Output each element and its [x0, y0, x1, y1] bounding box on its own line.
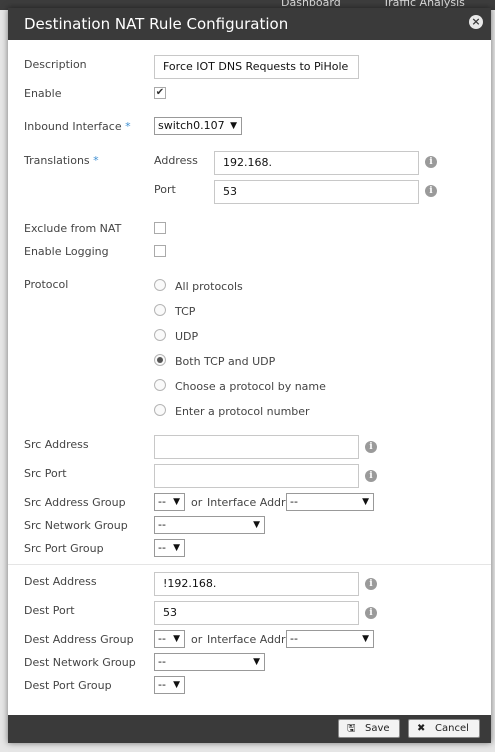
- or-label: or: [191, 496, 203, 509]
- translation-address-label: Address: [154, 154, 198, 167]
- src-network-group-label: Src Network Group: [24, 519, 128, 532]
- protocol-option-label: Both TCP and UDP: [175, 355, 276, 368]
- translation-port-label: Port: [154, 183, 176, 196]
- inbound-interface-value: switch0.107: [158, 119, 225, 132]
- protocol-option-label: TCP: [175, 305, 196, 318]
- info-icon[interactable]: i: [365, 441, 377, 453]
- src-port-label: Src Port: [24, 467, 67, 480]
- dest-port-group-label: Dest Port Group: [24, 679, 112, 692]
- src-port-input[interactable]: [154, 464, 359, 488]
- enable-checkbox[interactable]: ✔: [154, 87, 166, 99]
- src-address-group-label: Src Address Group: [24, 496, 126, 509]
- protocol-radio-udp[interactable]: [154, 329, 166, 341]
- select-value: --: [290, 495, 298, 508]
- src-address-group-select[interactable]: -- ▼: [154, 493, 185, 511]
- inbound-interface-label: Inbound Interface *: [24, 120, 131, 133]
- info-icon[interactable]: i: [425, 156, 437, 168]
- or-label: or: [191, 633, 203, 646]
- protocol-radio-by-number[interactable]: [154, 404, 166, 416]
- protocol-option-label: Choose a protocol by name: [175, 380, 326, 393]
- dest-address-group-select[interactable]: -- ▼: [154, 630, 185, 648]
- info-icon[interactable]: i: [365, 470, 377, 482]
- dest-network-group-label: Dest Network Group: [24, 656, 136, 669]
- dest-address-input[interactable]: !192.168.: [154, 572, 359, 596]
- translations-label-text: Translations: [24, 154, 90, 167]
- close-icon[interactable]: ×: [469, 15, 483, 29]
- chevron-down-icon: ▼: [173, 680, 180, 690]
- chevron-down-icon: ▼: [253, 657, 260, 667]
- required-marker: *: [125, 120, 131, 133]
- dialog-title: Destination NAT Rule Configuration: [24, 15, 289, 33]
- inbound-interface-select[interactable]: switch0.107 ▼: [154, 117, 242, 135]
- chevron-down-icon: ▼: [230, 121, 237, 131]
- chevron-down-icon: ▼: [362, 634, 369, 644]
- chevron-down-icon: ▼: [173, 543, 180, 553]
- protocol-option-label: Enter a protocol number: [175, 405, 310, 418]
- select-value: --: [158, 678, 166, 691]
- chevron-down-icon: ▼: [173, 497, 180, 507]
- src-port-group-select[interactable]: -- ▼: [154, 539, 185, 557]
- translations-label: Translations *: [24, 154, 99, 167]
- dialog-titlebar: Destination NAT Rule Configuration ×: [8, 8, 491, 40]
- dest-port-group-select[interactable]: -- ▼: [154, 676, 185, 694]
- save-icon: 🖫: [347, 723, 356, 734]
- src-address-label: Src Address: [24, 438, 89, 451]
- src-address-input[interactable]: [154, 435, 359, 459]
- src-network-group-select[interactable]: -- ▼: [154, 516, 265, 534]
- select-value: --: [158, 518, 166, 531]
- protocol-radio-by-name[interactable]: [154, 379, 166, 391]
- info-icon[interactable]: i: [365, 607, 377, 619]
- src-interface-addr-label: Interface Addr: [207, 496, 286, 509]
- description-label: Description: [24, 58, 87, 71]
- cancel-button[interactable]: ✖ Cancel: [408, 719, 480, 738]
- radio-selected-dot: [157, 357, 163, 363]
- select-value: --: [158, 655, 166, 668]
- cancel-button-label: Cancel: [435, 723, 469, 734]
- select-value: --: [158, 541, 166, 554]
- description-input[interactable]: Force IOT DNS Requests to PiHole: [154, 55, 359, 79]
- enable-label: Enable: [24, 87, 62, 100]
- translation-port-input[interactable]: 53: [214, 180, 419, 204]
- select-value: --: [158, 632, 166, 645]
- info-icon[interactable]: i: [425, 185, 437, 197]
- protocol-radio-tcp[interactable]: [154, 304, 166, 316]
- translation-address-input[interactable]: 192.168.: [214, 151, 419, 175]
- exclude-from-nat-label: Exclude from NAT: [24, 222, 122, 235]
- protocol-label: Protocol: [24, 278, 69, 291]
- dest-port-label: Dest Port: [24, 604, 75, 617]
- save-button[interactable]: 🖫 Save: [338, 719, 400, 738]
- enable-logging-checkbox[interactable]: [154, 245, 166, 257]
- dest-interface-addr-label: Interface Addr: [207, 633, 286, 646]
- nat-rule-dialog: Destination NAT Rule Configuration × Des…: [8, 8, 491, 743]
- exclude-from-nat-checkbox[interactable]: [154, 222, 166, 234]
- select-value: --: [290, 632, 298, 645]
- enable-logging-label: Enable Logging: [24, 245, 109, 258]
- protocol-radio-tcp-udp[interactable]: [154, 354, 166, 366]
- chevron-down-icon: ▼: [362, 497, 369, 507]
- inbound-interface-label-text: Inbound Interface: [24, 120, 122, 133]
- dest-port-input[interactable]: 53: [154, 601, 359, 625]
- src-port-group-label: Src Port Group: [24, 542, 104, 555]
- chevron-down-icon: ▼: [173, 634, 180, 644]
- dest-interface-addr-select[interactable]: -- ▼: [286, 630, 374, 648]
- protocol-option-label: UDP: [175, 330, 199, 343]
- dest-address-label: Dest Address: [24, 575, 97, 588]
- protocol-option-label: All protocols: [175, 280, 243, 293]
- dest-network-group-select[interactable]: -- ▼: [154, 653, 265, 671]
- required-marker: *: [93, 154, 99, 167]
- dest-address-group-label: Dest Address Group: [24, 633, 134, 646]
- info-icon[interactable]: i: [365, 578, 377, 590]
- save-button-label: Save: [365, 723, 390, 734]
- chevron-down-icon: ▼: [253, 520, 260, 530]
- cancel-icon: ✖: [417, 723, 426, 734]
- section-divider: [8, 564, 491, 565]
- select-value: --: [158, 495, 166, 508]
- dialog-footer: 🖫 Save ✖ Cancel: [8, 715, 491, 743]
- src-interface-addr-select[interactable]: -- ▼: [286, 493, 374, 511]
- protocol-radio-all[interactable]: [154, 279, 166, 291]
